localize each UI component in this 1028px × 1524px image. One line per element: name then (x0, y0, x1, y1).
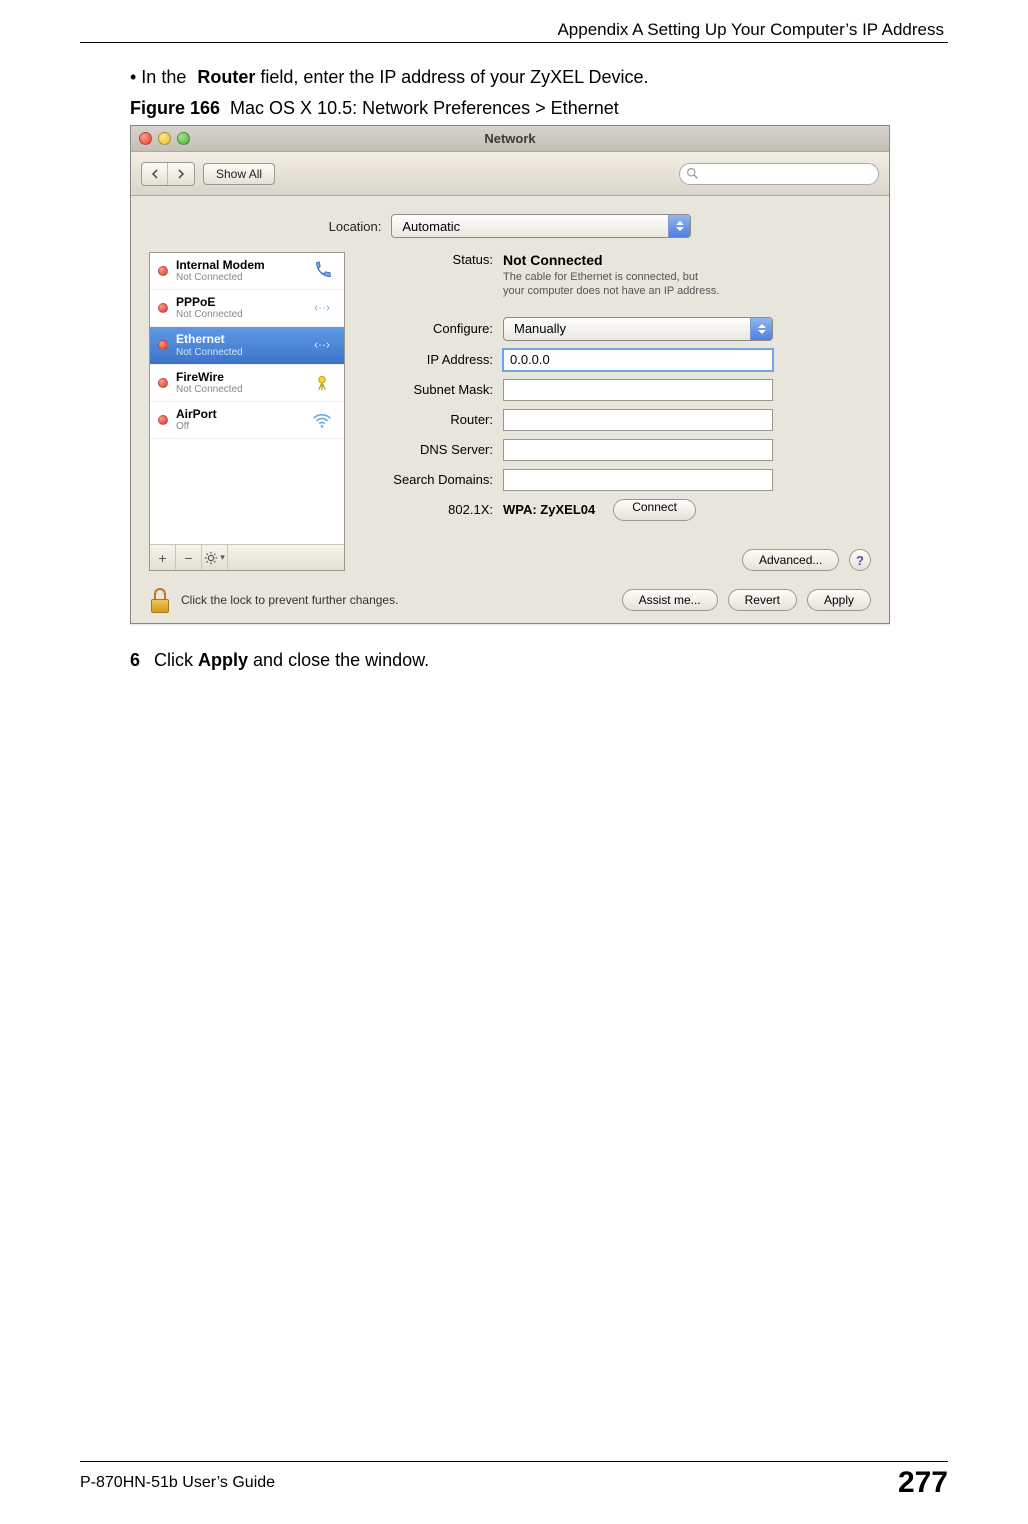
svg-text:‹··›: ‹··› (314, 301, 330, 315)
sidebar-item-pppoe[interactable]: PPPoE Not Connected ‹··› (150, 290, 344, 327)
figure-label: Figure 166 (130, 98, 220, 118)
service-status: Not Connected (176, 272, 265, 283)
figure-caption: Figure 166 Mac OS X 10.5: Network Prefere… (130, 98, 898, 119)
instruction-bullet: • In the Router field, enter the IP addr… (130, 67, 898, 88)
page-header: Appendix A Setting Up Your Computer’s IP… (80, 20, 948, 40)
sidebar-item-airport[interactable]: AirPort Off (150, 402, 344, 439)
router-keyword: Router (197, 67, 255, 87)
status-desc-line2: your computer does not have an IP addres… (503, 285, 719, 297)
minimize-icon[interactable] (158, 132, 171, 145)
firewire-icon (308, 372, 336, 394)
svg-text:‹··›: ‹··› (314, 338, 330, 352)
step-6: 6 Click Apply and close the window. (130, 650, 898, 671)
window-toolbar: Show All (131, 152, 889, 196)
footer-guide-name: P-870HN-51b User’s Guide (80, 1474, 275, 1492)
service-status: Off (176, 421, 217, 432)
close-icon[interactable] (139, 132, 152, 145)
status-dot-icon (158, 415, 168, 425)
search-input[interactable] (679, 163, 879, 185)
add-service-button[interactable]: + (150, 545, 176, 570)
phone-icon (308, 260, 336, 282)
status-label: Status: (363, 252, 503, 267)
apply-button[interactable]: Apply (807, 589, 871, 611)
step-suffix: and close the window. (248, 650, 429, 670)
subnet-mask-field[interactable] (503, 379, 773, 401)
footer-page-number: 277 (898, 1466, 948, 1500)
configure-value: Manually (514, 321, 566, 336)
step-number: 6 (130, 650, 140, 670)
search-icon (686, 167, 699, 180)
lock-icon[interactable] (149, 587, 171, 613)
service-name: FireWire (176, 371, 243, 384)
configure-popup[interactable]: Manually (503, 317, 773, 341)
service-name: PPPoE (176, 296, 243, 309)
remove-service-button[interactable]: − (176, 545, 202, 570)
ip-address-field[interactable]: 0.0.0.0 (503, 349, 773, 371)
service-sidebar: Internal Modem Not Connected P (149, 252, 345, 571)
subnet-mask-label: Subnet Mask: (363, 382, 503, 397)
service-status: Not Connected (176, 384, 243, 395)
service-name: Internal Modem (176, 259, 265, 272)
location-label: Location: (329, 219, 382, 234)
8021x-label: 802.1X: (363, 502, 503, 517)
window-title: Network (131, 131, 889, 146)
bullet-dot: • In the (130, 67, 191, 87)
dns-server-label: DNS Server: (363, 442, 503, 457)
lock-text: Click the lock to prevent further change… (181, 593, 612, 607)
figure-caption-text: Mac OS X 10.5: Network Preferences > Eth… (230, 98, 619, 118)
search-domains-field[interactable] (503, 469, 773, 491)
bullet-suffix: field, enter the IP address of your ZyXE… (255, 67, 648, 87)
connect-button[interactable]: Connect (613, 499, 696, 521)
dns-server-field[interactable] (503, 439, 773, 461)
search-domains-label: Search Domains: (363, 472, 503, 487)
gear-icon (204, 551, 218, 565)
ethernet-icon: ‹··› (308, 297, 336, 319)
status-value: Not Connected (503, 252, 871, 268)
router-field[interactable] (503, 409, 773, 431)
status-dot-icon (158, 378, 168, 388)
service-name: Ethernet (176, 333, 243, 346)
forward-icon[interactable] (168, 163, 194, 185)
action-menu-button[interactable]: ▾ (202, 545, 228, 570)
service-status: Not Connected (176, 347, 243, 358)
advanced-button[interactable]: Advanced... (742, 549, 839, 571)
show-all-button[interactable]: Show All (203, 163, 275, 185)
chevron-updown-icon (750, 318, 772, 340)
ethernet-icon: ‹··› (308, 334, 336, 356)
configure-label: Configure: (363, 321, 503, 336)
status-desc-line1: The cable for Ethernet is connected, but (503, 271, 698, 283)
revert-button[interactable]: Revert (728, 589, 797, 611)
window-titlebar: Network (131, 126, 889, 152)
location-value: Automatic (402, 219, 460, 234)
apply-keyword: Apply (198, 650, 248, 670)
8021x-value: WPA: ZyXEL04 (503, 502, 595, 517)
status-dot-icon (158, 266, 168, 276)
sidebar-item-ethernet[interactable]: Ethernet Not Connected ‹··› (150, 327, 344, 364)
location-popup[interactable]: Automatic (391, 214, 691, 238)
network-preferences-window: Network Show All Location: (130, 125, 890, 624)
ip-address-value: 0.0.0.0 (510, 352, 550, 367)
ip-address-label: IP Address: (363, 352, 503, 367)
sidebar-item-firewire[interactable]: FireWire Not Connected (150, 365, 344, 402)
service-name: AirPort (176, 408, 217, 421)
service-detail-panel: Status: Not Connected The cable for Ethe… (363, 252, 871, 571)
status-dot-icon (158, 340, 168, 350)
help-button[interactable]: ? (849, 549, 871, 571)
zoom-icon[interactable] (177, 132, 190, 145)
wifi-icon (308, 409, 336, 431)
back-icon[interactable] (142, 163, 168, 185)
assist-me-button[interactable]: Assist me... (622, 589, 718, 611)
router-label: Router: (363, 412, 503, 427)
status-dot-icon (158, 303, 168, 313)
step-prefix: Click (154, 650, 198, 670)
sidebar-item-internal-modem[interactable]: Internal Modem Not Connected (150, 253, 344, 290)
nav-buttons[interactable] (141, 162, 195, 186)
chevron-updown-icon (668, 215, 690, 237)
service-status: Not Connected (176, 309, 243, 320)
